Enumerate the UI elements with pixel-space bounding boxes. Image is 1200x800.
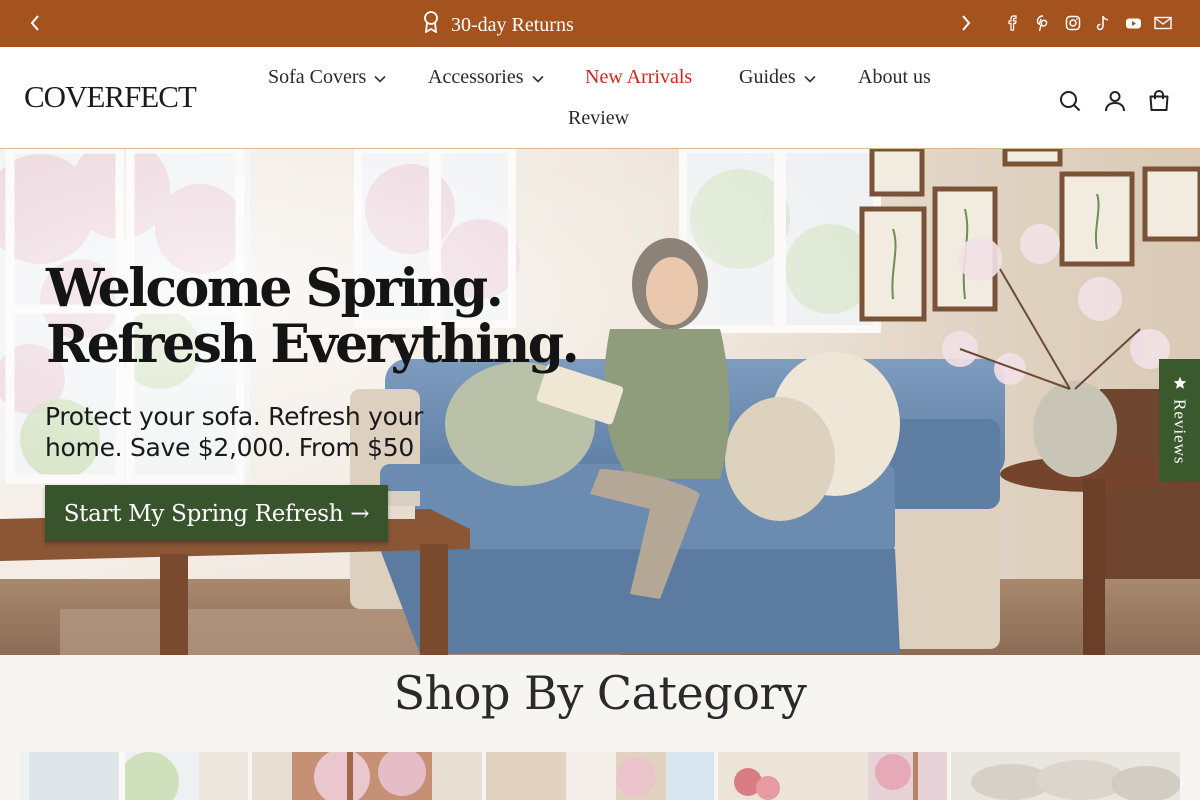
category-card[interactable] bbox=[19, 752, 248, 800]
category-image bbox=[718, 752, 947, 800]
account-icon[interactable] bbox=[1102, 88, 1128, 114]
category-image bbox=[486, 752, 714, 800]
mail-icon[interactable] bbox=[1154, 13, 1172, 33]
category-card[interactable] bbox=[486, 752, 714, 800]
nav-label: Guides bbox=[739, 66, 796, 88]
facebook-icon[interactable] bbox=[1004, 13, 1022, 33]
hero-title-line: Refresh Everything. bbox=[46, 314, 580, 375]
youtube-icon[interactable] bbox=[1124, 13, 1142, 33]
tiktok-icon[interactable] bbox=[1094, 13, 1112, 33]
category-card[interactable] bbox=[252, 752, 482, 800]
hero-banner: Welcome Spring. Refresh Everything. Prot… bbox=[0, 149, 1200, 655]
nav-label: About us bbox=[858, 66, 931, 88]
search-icon[interactable] bbox=[1057, 88, 1083, 114]
cart-icon[interactable] bbox=[1146, 88, 1172, 114]
nav-accessories[interactable]: Accessories bbox=[428, 66, 544, 89]
nav-new-arrivals[interactable]: New Arrivals bbox=[585, 66, 692, 89]
chevron-right-icon[interactable] bbox=[955, 12, 977, 34]
chevron-down-icon bbox=[804, 66, 816, 89]
site-logo[interactable]: COVERFECT bbox=[24, 79, 197, 115]
category-image bbox=[19, 752, 248, 800]
category-image bbox=[951, 752, 1180, 800]
site-header: COVERFECT Sofa Covers Accessories New Ar… bbox=[0, 47, 1200, 149]
nav-guides[interactable]: Guides bbox=[739, 66, 816, 89]
category-card[interactable] bbox=[951, 752, 1180, 800]
nav-label: Accessories bbox=[428, 66, 524, 88]
spring-refresh-button[interactable]: Start My Spring Refresh → bbox=[45, 485, 388, 542]
nav-label: Sofa Covers bbox=[268, 66, 367, 88]
reviews-tab-label: Reviews bbox=[1170, 399, 1190, 465]
category-image bbox=[252, 752, 482, 800]
nav-review[interactable]: Review bbox=[568, 107, 629, 130]
category-section-title: Shop By Category bbox=[393, 666, 807, 720]
hero-subtitle-line: home. Save $2,000. From $50 bbox=[45, 433, 414, 462]
pinterest-icon[interactable] bbox=[1034, 13, 1052, 33]
chevron-down-icon bbox=[531, 66, 544, 89]
chevron-down-icon bbox=[374, 66, 386, 89]
category-card[interactable] bbox=[718, 752, 947, 800]
nav-about-us[interactable]: About us bbox=[858, 66, 931, 89]
nav-sofa-covers[interactable]: Sofa Covers bbox=[268, 66, 386, 89]
hero-subtitle-line: Protect your sofa. Refresh your bbox=[45, 402, 424, 431]
announcement-message[interactable]: 30-day Returns bbox=[423, 11, 574, 39]
announcement-text: 30-day Returns bbox=[451, 13, 574, 36]
announcement-bar: 30-day Returns bbox=[0, 0, 1200, 47]
star-icon bbox=[1173, 376, 1187, 395]
hero-title-line: Welcome Spring. bbox=[46, 258, 504, 319]
hero-subtitle: Protect your sofa. Refresh your home. Sa… bbox=[45, 401, 423, 463]
award-ribbon-icon bbox=[423, 11, 439, 39]
nav-label: Review bbox=[568, 107, 630, 129]
nav-label: New Arrivals bbox=[585, 66, 693, 88]
instagram-icon[interactable] bbox=[1064, 13, 1082, 33]
hero-title: Welcome Spring. Refresh Everything. bbox=[46, 258, 580, 375]
chevron-left-icon[interactable] bbox=[24, 12, 46, 34]
social-links bbox=[1004, 13, 1172, 33]
reviews-tab[interactable]: Reviews bbox=[1159, 359, 1200, 482]
